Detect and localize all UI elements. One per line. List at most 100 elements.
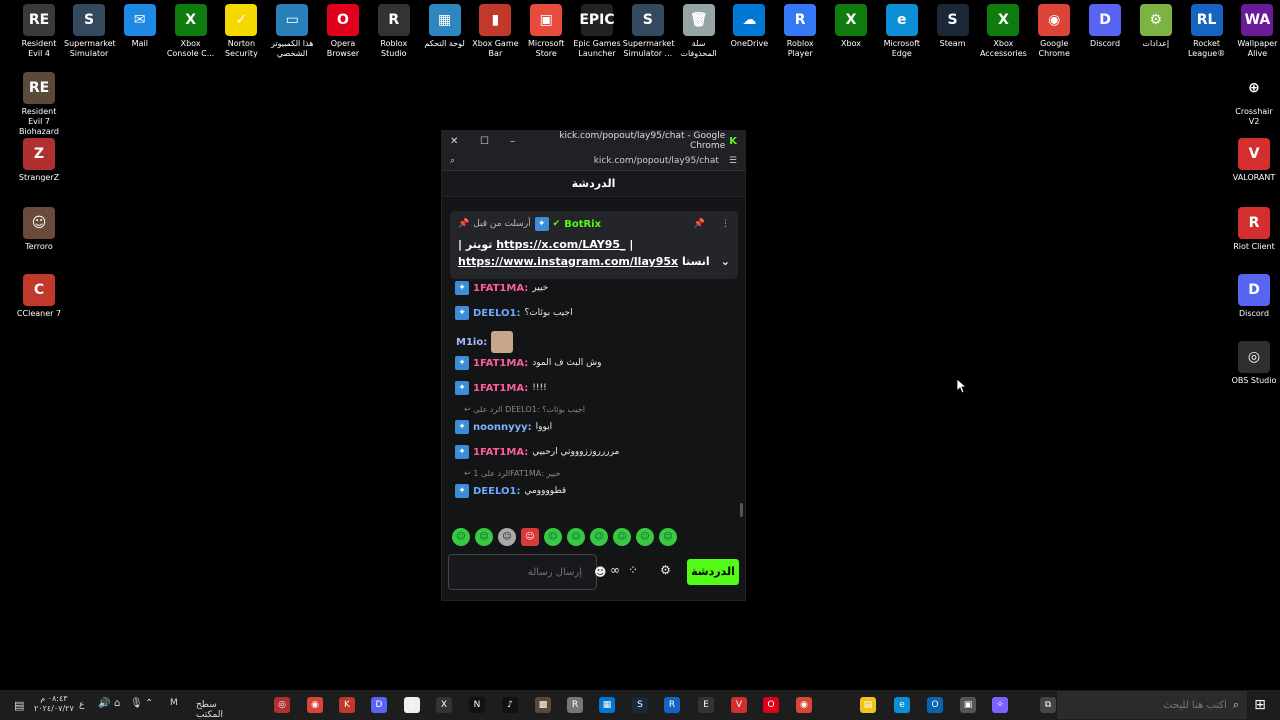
reply-context[interactable]: ↩ الرد على 1FAT1MA: خيير (464, 469, 561, 478)
desktop-icon-xbox-game-bar[interactable]: ▮ Xbox Game Bar (470, 0, 520, 59)
discord-icon[interactable]: D (371, 697, 387, 713)
desktop-icon-roblox-player[interactable]: R Roblox Player (775, 0, 825, 59)
opera-icon[interactable]: O (763, 697, 779, 713)
chevron-down-icon[interactable]: ⌄ (721, 253, 730, 270)
desktop-icon-ccleaner-7[interactable]: C CCleaner 7 (14, 270, 64, 319)
quick-emote-icon[interactable]: ☺ (613, 528, 631, 546)
desktop-icon-crosshair-v2[interactable]: ⊕ Crosshair V2 (1229, 68, 1279, 127)
desktop-icon-obs-studio[interactable]: ◎ OBS Studio (1229, 337, 1279, 386)
minimize-icon[interactable]: – (510, 136, 540, 147)
quick-emote-icon[interactable]: ☺ (544, 528, 562, 546)
gear-icon[interactable]: ⚙ (660, 563, 671, 577)
chat-username[interactable]: DEELO1: (473, 486, 520, 497)
chat-username[interactable]: noonnyyy: (473, 422, 532, 433)
desktop-icon-opera-browser[interactable]: O Opera Browser (318, 0, 368, 59)
chat-username[interactable]: DEELO1: (473, 308, 520, 319)
desktop-icon-app[interactable]: 🗑 سلة المحذوفات (674, 0, 724, 59)
chat-username[interactable]: 1FAT1MA: (473, 358, 528, 369)
xbox-icon[interactable]: X (436, 697, 452, 713)
community-icon[interactable]: ⁘ (628, 563, 638, 577)
chat-scrollbar[interactable] (740, 503, 743, 517)
volume-icon[interactable]: 🔊 (98, 698, 110, 709)
quick-emote-icon[interactable]: ☺ (659, 528, 677, 546)
network-icon[interactable]: ⌂ (114, 698, 120, 709)
desktop-icon-resident-evil-4[interactable]: RE Resident Evil 4 (14, 0, 64, 59)
desktop-icon-norton-security[interactable]: ✓ Norton Security (216, 0, 266, 59)
obs-icon[interactable]: ◎ (274, 697, 290, 713)
desktop-icon-supermarket-simulator[interactable]: S Supermarket Simulator ... (623, 0, 674, 59)
close-icon[interactable]: ✕ (450, 136, 480, 147)
message-input-box[interactable]: ☻ (448, 554, 607, 590)
tray-m-icon[interactable]: M (170, 698, 178, 708)
desktop-icon-app[interactable]: ▦ لوحة التحكم (420, 0, 470, 49)
valorant-icon[interactable]: V (731, 697, 747, 713)
taskbar-search[interactable]: ⌕ (1057, 691, 1247, 719)
chat-username[interactable]: M1io: (456, 337, 487, 348)
steam-icon[interactable]: S (632, 697, 648, 713)
notepad-icon[interactable]: ▯ (404, 697, 420, 713)
task-view-icon[interactable]: ⧉ (1040, 697, 1056, 713)
desktop-icon-epic-games-launcher[interactable]: EPIC Epic Games Launcher (572, 0, 622, 59)
more-options-icon[interactable]: ⋮ (721, 219, 730, 229)
pin-toggle-icon[interactable]: 📌 (694, 219, 705, 229)
maximize-icon[interactable]: ☐ (480, 136, 510, 147)
tiktok-icon[interactable]: ♪ (502, 697, 518, 713)
file-explorer-icon[interactable]: ▤ (860, 697, 876, 713)
netflix-icon[interactable]: N (469, 697, 485, 713)
desktop-icon-mail[interactable]: ✉ Mail (115, 0, 165, 49)
quick-emote-icon[interactable]: ☺ (636, 528, 654, 546)
mic-tray-icon[interactable]: 🎙 (130, 698, 143, 709)
quick-emote-icon[interactable]: ☺ (567, 528, 585, 546)
site-settings-icon[interactable]: ☰ (729, 156, 737, 166)
photos-icon[interactable]: ▦ (599, 697, 615, 713)
send-chat-button[interactable]: الدردشة (687, 559, 739, 585)
clock[interactable]: ٠٨:٤٣ م ٢٠٢٤/٠٧/٢٧ (34, 694, 74, 714)
desktop-icon-discord[interactable]: D Discord (1080, 0, 1130, 49)
edge-icon[interactable]: e (894, 697, 910, 713)
roblox-icon[interactable]: R (567, 697, 583, 713)
desktop-icon-wallpaper-alive[interactable]: WA Wallpaper Alive (1232, 0, 1280, 59)
chat-username[interactable]: 1FAT1MA: (473, 283, 528, 294)
desktop-icon-strangerz[interactable]: Z StrangerZ (14, 134, 64, 183)
copilot-icon[interactable]: ✧ (992, 697, 1008, 713)
desktop-icon-microsoft-edge[interactable]: e Microsoft Edge (877, 0, 927, 59)
desktop-icon-xbox[interactable]: X Xbox (826, 0, 876, 49)
desktop-icon-app[interactable]: ▭ هذا الكمبيوتر الشخصي (267, 0, 317, 59)
desktop-icon-riot-client[interactable]: R Riot Client (1229, 203, 1279, 252)
desktop-icon-terroro[interactable]: ☺ Terroro (14, 203, 64, 252)
pinned-bot-name[interactable]: BotRix (564, 219, 601, 230)
desktop-icon-xbox-console-c[interactable]: X Xbox Console C... (166, 0, 216, 59)
desktop-icon-discord[interactable]: D Discord (1229, 270, 1279, 319)
twitter-link[interactable]: https://x.com/LAY95_ (496, 238, 625, 251)
desktop-icon-steam[interactable]: S Steam (928, 0, 978, 49)
chat-username[interactable]: 1FAT1MA: (473, 383, 528, 394)
message-input[interactable] (457, 566, 588, 578)
epic-icon[interactable]: E (698, 697, 714, 713)
language-indicator[interactable]: ع (79, 700, 84, 710)
notification-icon[interactable]: ▤ (14, 699, 24, 712)
reply-context[interactable]: ↩ الرد على DEELO1: اجيب بوئات؟ (464, 405, 585, 414)
desktop-label[interactable]: سطح المكتب (196, 700, 223, 720)
desktop-icon-xbox-accessories[interactable]: X Xbox Accessories (978, 0, 1028, 59)
desktop-icon-app[interactable]: ⚙ إعدادات (1131, 0, 1181, 49)
taskbar-search-input[interactable] (1065, 699, 1227, 711)
kick-icon[interactable]: K (339, 697, 355, 713)
desktop-icon-roblox-studio[interactable]: R Roblox Studio (369, 0, 419, 59)
url-text[interactable]: kick.com/popout/lay95/chat (455, 156, 729, 166)
quick-emote-icon[interactable]: ☺ (498, 528, 516, 546)
desktop-icon-onedrive[interactable]: ☁ OneDrive (724, 0, 774, 49)
desktop-icon-valorant[interactable]: V VALORANT (1229, 134, 1279, 183)
emoji-icon[interactable]: ☻ (594, 565, 607, 579)
outlook-icon[interactable]: O (927, 697, 943, 713)
chevron-up-icon[interactable]: ⌃ (145, 698, 153, 709)
game-icon[interactable]: ▩ (535, 697, 551, 713)
quick-emote-icon[interactable]: ☺ (590, 528, 608, 546)
desktop-icon-rocket-league[interactable]: RL Rocket League® (1182, 0, 1232, 59)
infinity-icon[interactable]: ∞ (610, 563, 620, 577)
quick-emote-icon[interactable]: ☺ (475, 528, 493, 546)
quick-emote-icon[interactable]: ☺ (452, 528, 470, 546)
desktop-icon-resident-evil-7-biohazard[interactable]: RE Resident Evil 7 Biohazard (14, 68, 64, 137)
quick-emote-icon[interactable]: ☺ (521, 528, 539, 546)
desktop-icon-google-chrome[interactable]: ◉ Google Chrome (1029, 0, 1079, 59)
desktop-icon-microsoft-store[interactable]: ▣ Microsoft Store (521, 0, 571, 59)
